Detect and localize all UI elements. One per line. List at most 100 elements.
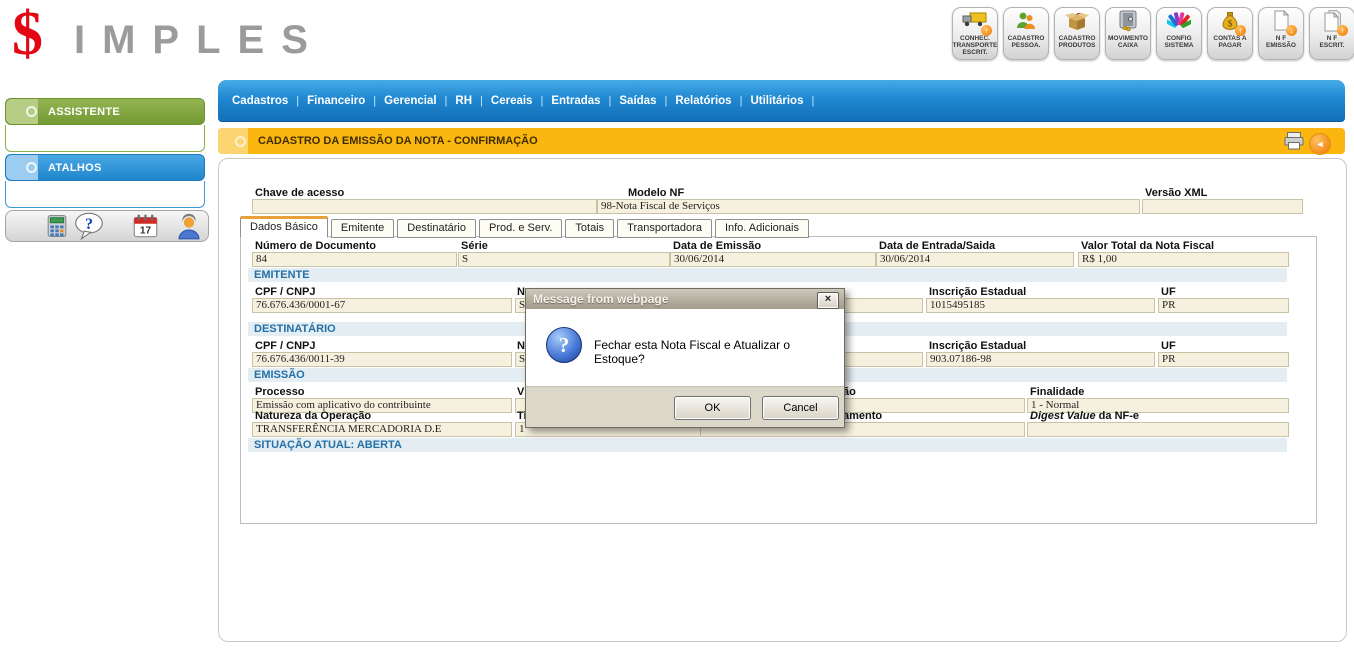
menu-item-cereais[interactable]: Cereais (491, 95, 533, 107)
toolbar-button-contas-a-pagar[interactable]: $ ↑ CONTAS A PAGAR (1207, 7, 1253, 60)
digest-value-label-italic: Digest Value (1030, 410, 1096, 422)
tab-prod-e-serv[interactable]: Prod. e Serv. (479, 219, 562, 238)
menu-item-cadastros[interactable]: Cadastros (232, 95, 288, 107)
menu-separator: | (296, 95, 299, 107)
digest-value-label-rest: da NF-e (1096, 410, 1139, 422)
emitente-inscricao-estadual-field[interactable]: 1015495185 (926, 298, 1155, 313)
modelo-nf-label: Modelo NF (628, 187, 684, 199)
cancel-button[interactable]: Cancel (762, 396, 839, 420)
menu-item-rh[interactable]: RH (455, 95, 472, 107)
menu-item-gerencial[interactable]: Gerencial (384, 95, 436, 107)
valor-total-field[interactable]: R$ 1,00 (1078, 252, 1289, 267)
bullet-icon (235, 136, 246, 147)
toolbar-button-label: CONHEC. TRANSPORTE ESCRIT. (953, 35, 998, 56)
toolbar-button-label: CONFIG SISTEMA (1165, 35, 1194, 49)
sidebar-item-atalhos[interactable]: ATALHOS (5, 154, 205, 181)
toolbar-button-label: MOVIMENTO CAIXA (1108, 35, 1148, 49)
dialog-message: Fechar esta Nota Fiscal e Atualizar o Es… (594, 338, 844, 366)
confirm-dialog: Message from webpage × ? Fechar esta Not… (525, 288, 845, 428)
up-arrow-badge-icon: ↑ (981, 25, 992, 36)
toolbar-button-nf-escrit[interactable]: ↑ N F ESCRIT. (1309, 7, 1354, 60)
menu-separator: | (664, 95, 667, 107)
natureza-operacao-field[interactable]: TRANSFERÊNCIA MERCADORIA D.E (252, 422, 512, 437)
app-window: $ IMPLES ↑ CONHEC. TRANSPORTE ESCRIT. CA… (0, 0, 1354, 648)
tab-transportadora[interactable]: Transportadora (617, 219, 712, 238)
toolbar-button-label: CONTAS A PAGAR (1213, 35, 1246, 49)
chave-de-acesso-field[interactable] (252, 199, 597, 214)
app-logo: IMPLES (74, 20, 325, 60)
tab-info-adicionais[interactable]: Info. Adicionais (715, 219, 809, 238)
destinatario-nome-label-fragment: N (517, 340, 525, 352)
data-emissao-label: Data de Emissão (673, 240, 761, 252)
money-bag-icon: $ ↑ (1218, 10, 1242, 34)
toolbar-button-movimento-caixa[interactable]: MOVIMENTO CAIXA (1105, 7, 1151, 60)
dialog-title: Message from webpage (526, 289, 844, 309)
menu-item-financeiro[interactable]: Financeiro (307, 95, 365, 107)
product-box-icon (1065, 10, 1089, 34)
bullet-icon (26, 106, 37, 117)
destinatario-cpf-cnpj-label: CPF / CNPJ (255, 340, 316, 352)
tab-destinatario[interactable]: Destinatário (397, 219, 476, 238)
menu-separator: | (480, 95, 483, 107)
toolbar-button-cadastro-produtos[interactable]: CADASTRO PRODUTOS (1054, 7, 1100, 60)
numero-documento-label: Número de Documento (255, 240, 376, 252)
help-icon[interactable]: ? (74, 212, 104, 245)
modelo-nf-field[interactable]: 98-Nota Fiscal de Serviços (597, 199, 1140, 214)
toolbar-button-label: N F ESCRIT. (1320, 35, 1345, 49)
color-fan-icon (1167, 10, 1191, 34)
quick-access-toolbar: ↑ CONHEC. TRANSPORTE ESCRIT. CADASTRO PE… (952, 7, 1354, 60)
menu-item-relatorios[interactable]: Relatórios (675, 95, 731, 107)
dialog-body: ? Fechar esta Nota Fiscal e Atualizar o … (526, 309, 844, 387)
data-entrada-saida-label: Data de Entrada/Saida (879, 240, 995, 252)
menu-item-entradas[interactable]: Entradas (551, 95, 600, 107)
document-down-icon: ↓ (1269, 10, 1293, 34)
toolbar-button-nf-emissao[interactable]: ↓ N F EMISSÃO (1258, 7, 1304, 60)
atalhos-panel-body (5, 181, 205, 208)
safe-icon (1116, 10, 1140, 34)
status-badge-situacao-atual: SITUAÇÃO ATUAL: ABERTA (248, 438, 1287, 452)
calendar-icon[interactable]: 17 (132, 213, 159, 244)
calculator-icon[interactable] (46, 214, 68, 243)
menu-item-utilitarios[interactable]: Utilitários (750, 95, 803, 107)
main-menubar: Cadastros | Financeiro | Gerencial | RH | Ce… (218, 80, 1345, 122)
digest-value-field[interactable] (1027, 422, 1289, 437)
page-title-bar: CADASTRO DA EMISSÃO DA NOTA - CONFIRMAÇÃ… (218, 128, 1345, 154)
data-emissao-field[interactable]: 30/06/2014 (670, 252, 876, 267)
serie-field[interactable]: S (458, 252, 670, 267)
dialog-footer: OK Cancel (526, 386, 844, 427)
emitente-cpf-cnpj-field[interactable]: 76.676.436/0001-67 (252, 298, 512, 313)
atalhos-label: ATALHOS (48, 162, 102, 174)
menu-item-saidas[interactable]: Saídas (619, 95, 656, 107)
menu-separator: | (609, 95, 612, 107)
sidebar-item-assistente[interactable]: ASSISTENTE (5, 98, 205, 125)
close-icon[interactable]: × (817, 292, 839, 309)
emitente-uf-field[interactable]: PR (1158, 298, 1289, 313)
toolbar-button-config-sistema[interactable]: CONFIG SISTEMA (1156, 7, 1202, 60)
up-arrow-badge-icon: ↑ (1337, 25, 1348, 36)
destinatario-uf-field[interactable]: PR (1158, 352, 1289, 367)
valor-total-label: Valor Total da Nota Fiscal (1081, 240, 1214, 252)
natureza-operacao-label: Natureza da Operação (255, 410, 371, 422)
up-arrow-badge-icon: ↑ (1235, 25, 1246, 36)
print-icon[interactable] (1283, 131, 1305, 156)
truck-icon: ↑ (962, 10, 988, 34)
tab-dados-basico[interactable]: Dados Básico (240, 216, 328, 238)
numero-documento-field[interactable]: 84 (252, 252, 457, 267)
user-icon[interactable] (174, 212, 204, 245)
versao-xml-field[interactable] (1142, 199, 1303, 214)
svg-text:$: $ (1228, 19, 1233, 29)
tab-totais[interactable]: Totais (565, 219, 614, 238)
toolbar-button-cadastro-pessoa[interactable]: CADASTRO PESSOA. (1003, 7, 1049, 60)
back-icon[interactable]: ◄ (1309, 133, 1331, 155)
toolbar-button-conhec-transporte[interactable]: ↑ CONHEC. TRANSPORTE ESCRIT. (952, 7, 998, 60)
assistente-panel-body (5, 125, 205, 152)
data-entrada-saida-field[interactable]: 30/06/2014 (876, 252, 1074, 267)
destinatario-cpf-cnpj-field[interactable]: 76.676.436/0011-39 (252, 352, 512, 367)
tab-emitente[interactable]: Emitente (331, 219, 394, 238)
processo-label: Processo (255, 386, 305, 398)
ok-button[interactable]: OK (674, 396, 751, 420)
destinatario-inscricao-estadual-field[interactable]: 903.07186-98 (926, 352, 1155, 367)
menu-separator: | (740, 95, 743, 107)
toolbar-button-label: CADASTRO PRODUTOS (1059, 35, 1096, 49)
toolbar-button-label: CADASTRO PESSOA. (1008, 35, 1045, 49)
